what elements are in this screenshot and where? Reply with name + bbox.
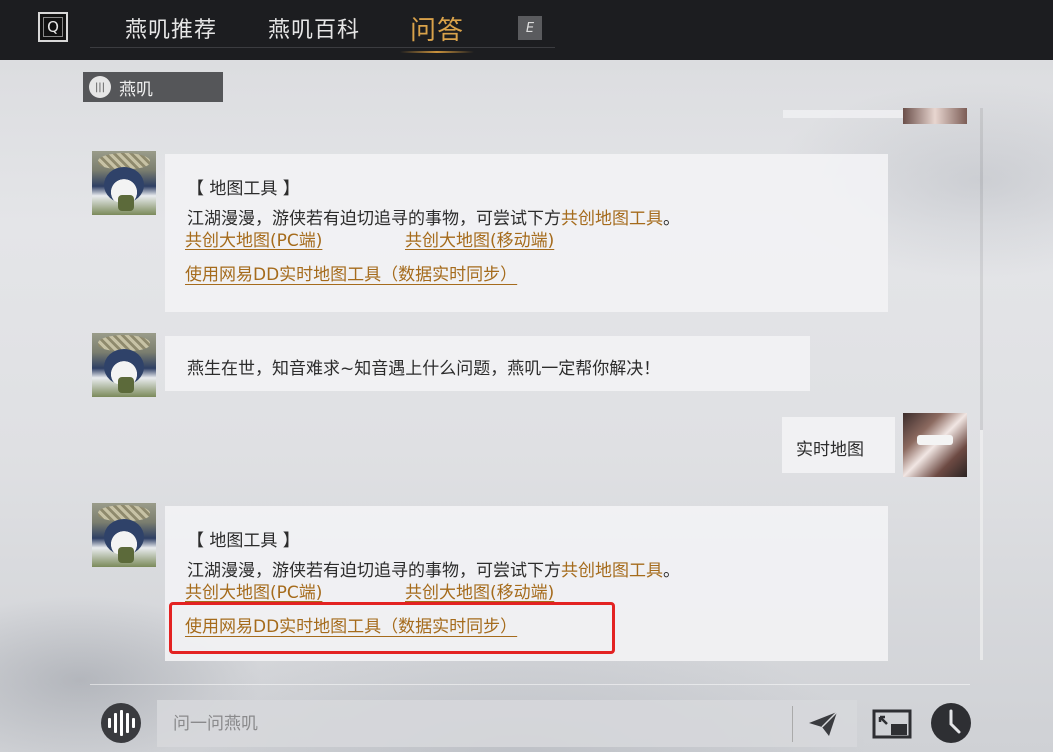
- message-text: 实时地图: [796, 440, 864, 460]
- send-button[interactable]: [803, 706, 843, 742]
- message-text: 燕生在世，知音难求~知音遇上什么问题，燕叽一定帮你解决！: [187, 359, 661, 379]
- e-key-hint[interactable]: E: [518, 16, 542, 40]
- highlight-text: 共创地图工具: [561, 209, 663, 229]
- message-title: 【 地图工具 】: [187, 531, 300, 551]
- scrollbar-thumb[interactable]: [980, 430, 983, 660]
- tab-recommend[interactable]: 燕叽推荐: [125, 12, 217, 44]
- tab-encyclopedia[interactable]: 燕叽百科: [268, 12, 360, 44]
- tab-divider: [90, 47, 555, 48]
- sender-name: 燕叽: [119, 79, 153, 100]
- question-input[interactable]: [157, 700, 857, 747]
- message-bubble: 【 地图工具 】 江湖漫漫，游侠若有迫切追寻的事物，可尝试下方共创地图工具。 共…: [165, 154, 888, 312]
- history-button[interactable]: [930, 702, 972, 744]
- bot-avatar: [92, 503, 156, 567]
- voice-wave-icon: |||: [89, 76, 111, 98]
- highlight-text: 共创地图工具: [561, 561, 663, 581]
- red-highlight-box: [169, 602, 615, 654]
- tab-qa[interactable]: 问答: [399, 10, 475, 53]
- sender-chip: ||| 燕叽: [83, 72, 223, 102]
- previous-message-bubble: [783, 110, 903, 118]
- picture-in-picture-button[interactable]: [871, 707, 913, 741]
- q-key-hint[interactable]: Q: [38, 12, 68, 42]
- top-bar: Q 燕叽推荐 燕叽百科 问答 E: [0, 0, 1053, 60]
- picture-in-picture-icon: [872, 709, 912, 739]
- message-title: 【 地图工具 】: [187, 179, 300, 199]
- clock-icon: [931, 703, 971, 743]
- link-map-pc[interactable]: 共创大地图(PC端): [185, 578, 322, 603]
- voice-input-button[interactable]: [101, 703, 141, 743]
- user-avatar: [903, 413, 967, 477]
- message-bubble: 燕生在世，知音难求~知音遇上什么问题，燕叽一定帮你解决！: [165, 336, 810, 391]
- send-divider: [792, 706, 793, 742]
- link-map-mobile[interactable]: 共创大地图(移动端): [405, 578, 554, 603]
- user-avatar-partial: [903, 108, 967, 124]
- user-message-bubble: 实时地图: [782, 417, 895, 473]
- send-icon: [809, 711, 838, 736]
- link-map-pc[interactable]: 共创大地图(PC端): [185, 226, 322, 251]
- link-dd-realtime-map[interactable]: 使用网易DD实时地图工具（数据实时同步）: [185, 260, 517, 285]
- link-map-mobile[interactable]: 共创大地图(移动端): [405, 226, 554, 251]
- input-separator: [90, 684, 970, 685]
- bot-avatar: [92, 151, 156, 215]
- bot-avatar: [92, 333, 156, 397]
